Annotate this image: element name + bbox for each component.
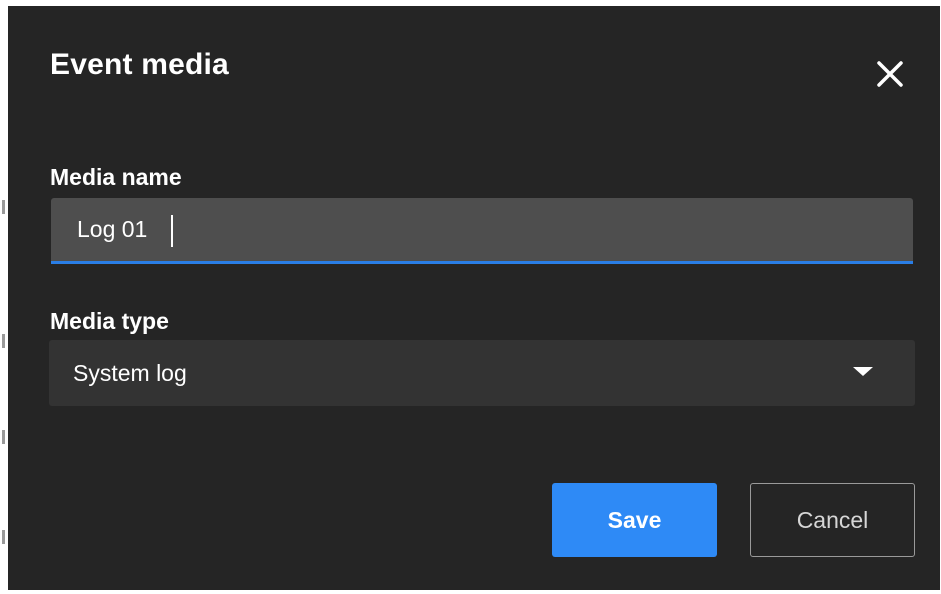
dropdown-arrow-icon [853,367,873,376]
media-type-selected-value: System log [73,360,187,386]
media-name-input[interactable] [51,198,913,264]
close-icon [877,61,903,87]
media-type-label: Media type [50,308,169,334]
background-mark [2,430,5,444]
background-mark [2,530,5,544]
cancel-button[interactable]: Cancel [750,483,915,557]
background-mark [2,334,5,348]
background-mark [2,200,5,214]
dialog-title: Event media [50,48,229,81]
text-caret [171,215,173,247]
background-page-edge [0,0,8,594]
close-button[interactable] [870,54,910,94]
media-name-label: Media name [50,164,182,190]
event-media-dialog: Event media Media name Media type System… [8,6,940,590]
media-type-select[interactable]: System log [49,340,915,406]
save-button[interactable]: Save [552,483,717,557]
